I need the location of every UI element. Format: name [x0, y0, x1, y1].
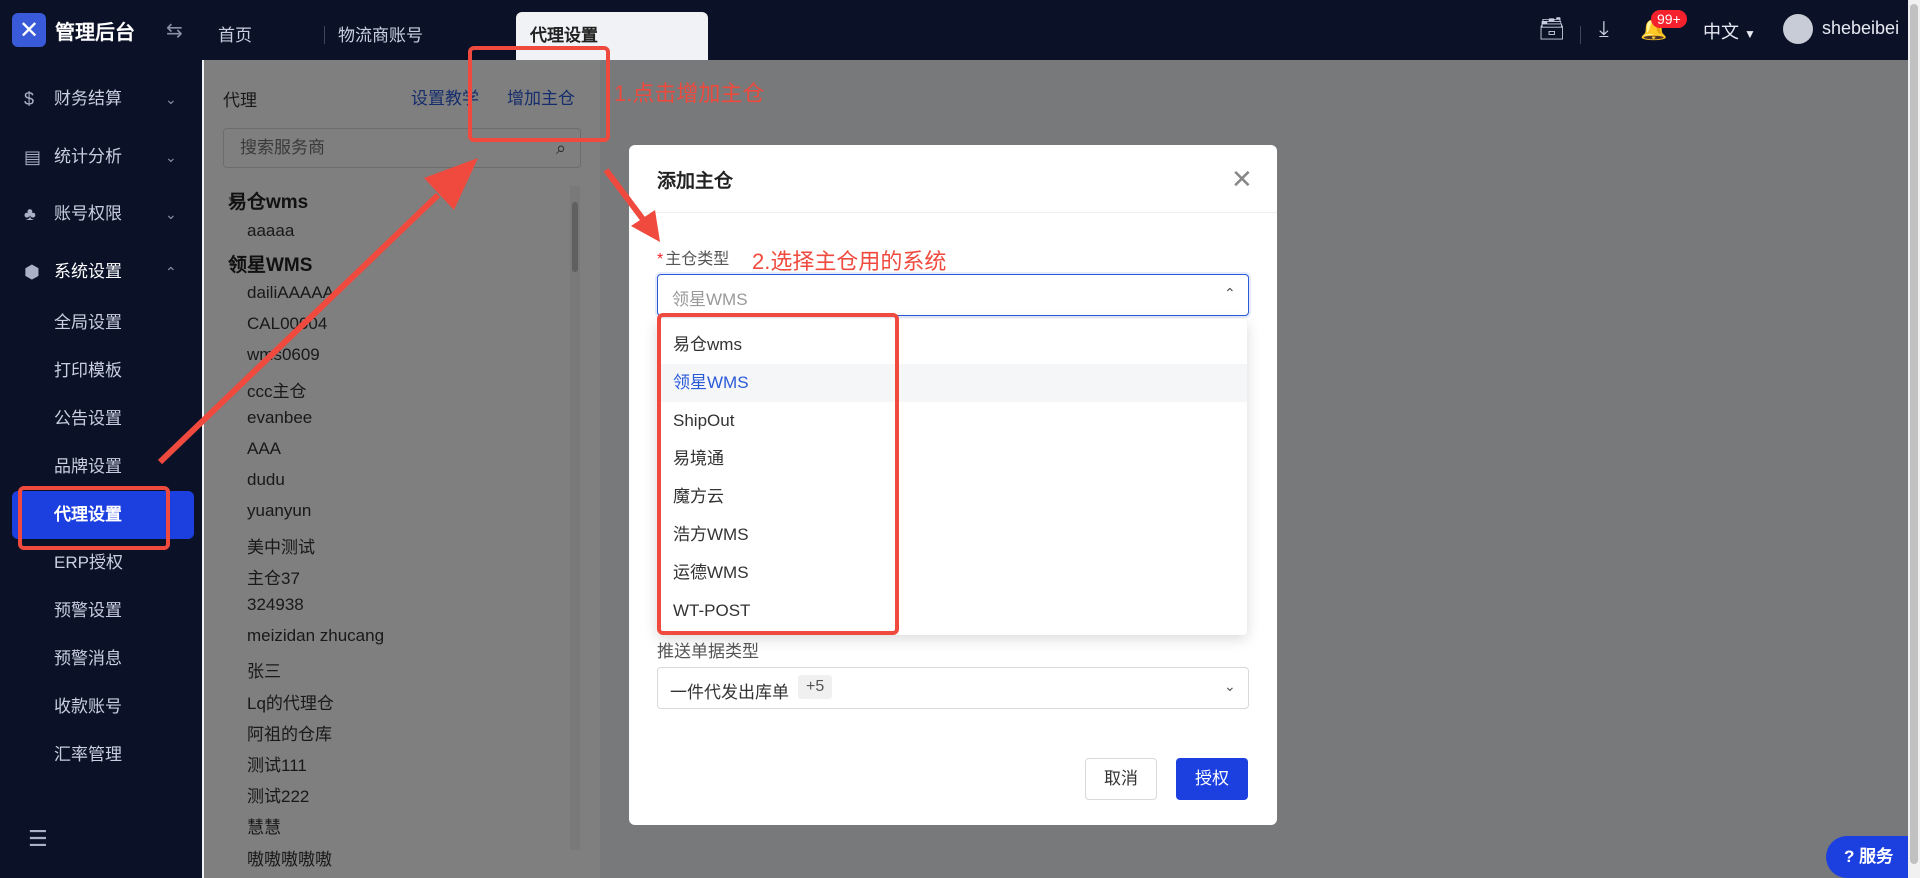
window-scrollbar-thumb[interactable]	[1910, 4, 1918, 864]
service-label: 服务	[1859, 847, 1894, 866]
arrow-line	[603, 168, 648, 224]
help-icon: ?	[1844, 847, 1855, 866]
annotation-arrows	[157, 158, 660, 465]
arrow-head	[631, 210, 660, 242]
service-button[interactable]: ? 服务	[1826, 836, 1920, 878]
arrow-line	[157, 192, 441, 465]
